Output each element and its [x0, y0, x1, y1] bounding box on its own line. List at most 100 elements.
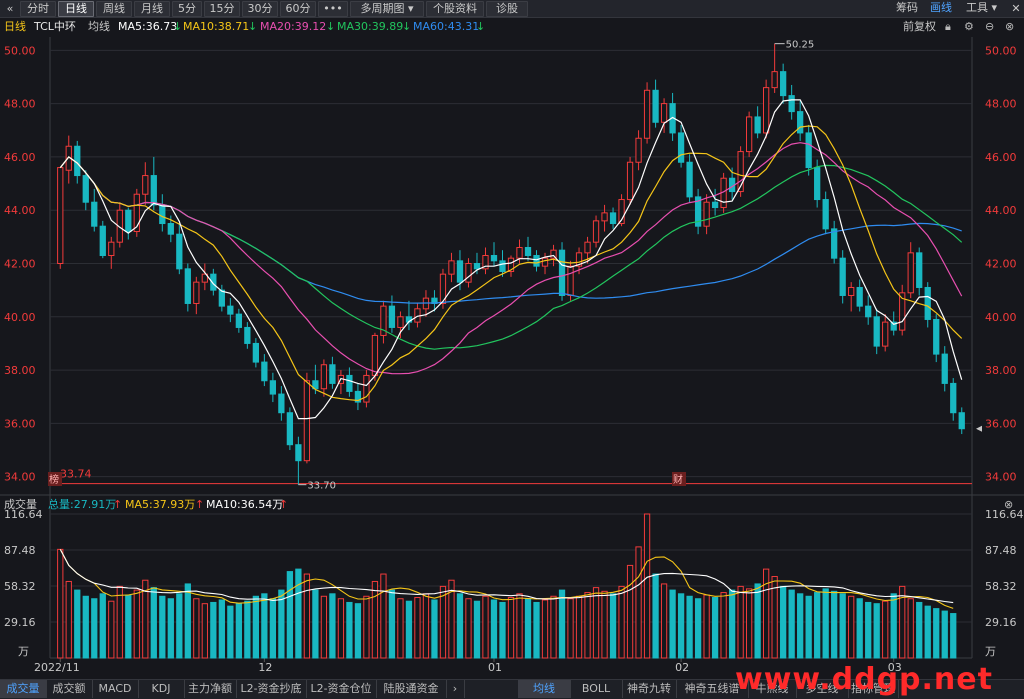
period-tab-2[interactable]: 周线 [96, 1, 132, 17]
indicator-tab-0[interactable]: 成交量 [0, 680, 47, 698]
volume-bar [780, 585, 787, 659]
candle-body [448, 260, 455, 275]
volume-bar [618, 585, 625, 659]
right-tab-2[interactable]: 工具 ▾ [966, 1, 997, 15]
period-tab-8[interactable]: ••• [318, 1, 348, 17]
volume-bar [397, 598, 404, 659]
candle-body [278, 393, 285, 414]
period-tab-6[interactable]: 30分 [242, 1, 278, 17]
price-tick-label-right: 46.00 [985, 151, 1017, 164]
indicator-tab-11[interactable]: 神奇九转 [622, 680, 677, 698]
price-tick-label-right: 42.00 [985, 258, 1017, 271]
right-tab-0[interactable]: 筹码 [896, 1, 918, 15]
volume-bar [133, 589, 140, 659]
period-tab-3[interactable]: 月线 [134, 1, 170, 17]
volume-bar [822, 588, 829, 659]
toolbar: « 分时 日线 周线 月线 5分 15分 30分 60分 ••• 多周期图 ▾ 个股资料 诊股 筹码画… [0, 0, 1024, 18]
volume-bar [524, 598, 532, 659]
candle-body [346, 374, 353, 392]
candle-body [856, 286, 863, 307]
volume-bar [831, 590, 838, 659]
indicator-tab-8[interactable]: › [446, 680, 465, 698]
close-icon[interactable]: ⊗ [1004, 496, 1013, 514]
candle-body [184, 268, 191, 304]
candle-body [116, 209, 123, 243]
volume-bar [218, 599, 225, 659]
candle-body [218, 289, 225, 307]
candle-body [286, 412, 294, 446]
candle-body [575, 252, 583, 267]
volume-tick-label-right: 29.16 [985, 616, 1017, 629]
period-tab-0[interactable]: 分时 [20, 1, 56, 17]
candle-body [831, 228, 838, 259]
close-icon[interactable]: ✕ [1008, 1, 1024, 17]
volume-bar [916, 601, 923, 659]
indicator-tab-3[interactable]: KDJ [138, 680, 185, 698]
candle-body [371, 334, 379, 376]
volume-bar [507, 597, 515, 659]
volume-label[interactable]: 成交量 [4, 496, 37, 514]
back-icon[interactable]: « [2, 1, 18, 17]
volume-tick-label-left: 29.16 [4, 616, 36, 629]
candle-body [269, 380, 277, 395]
candle-body [839, 257, 846, 296]
adjust-label[interactable]: 前复权 [903, 18, 936, 36]
price-tick-label-left: 44.00 [4, 204, 36, 217]
indicator-tab-7[interactable]: 陆股通资金 [376, 680, 447, 698]
lock-icon[interactable]: 🔒︎ [945, 18, 951, 36]
volume-bar [533, 601, 540, 659]
volume-bar [312, 589, 319, 659]
minus-icon[interactable]: ⊖ [985, 18, 994, 36]
stock-name: TCL中环 [34, 20, 76, 33]
indicator-tab-2[interactable]: MACD [92, 680, 139, 698]
candle-body [465, 263, 472, 283]
volume-bar [82, 595, 89, 659]
volume-tick-label-right: 87.48 [985, 544, 1017, 557]
period-tab-9[interactable]: 多周期图 ▾ [350, 1, 424, 17]
candlestick-chart: 34.00 34.00 36.00 36.00 38.00 38.00 40.00 40.00… [0, 37, 1024, 674]
candle-body [899, 292, 906, 331]
reference-line-label: 33.74 [60, 468, 92, 481]
indicator-tab-4[interactable]: 主力净额 [184, 680, 237, 698]
volume-bar [711, 597, 719, 659]
candle-body [210, 273, 217, 291]
candle-body [694, 196, 702, 227]
price-tick-label-right: 44.00 [985, 204, 1017, 217]
period-tab-10[interactable]: 个股资料 [426, 1, 484, 17]
indicator-tab-1[interactable]: 成交额 [46, 680, 93, 698]
period-tab-1[interactable]: 日线 [58, 1, 94, 17]
current-price-pointer [976, 425, 982, 432]
candle-body [950, 382, 957, 414]
period-tab-11[interactable]: 诊股 [486, 1, 528, 17]
candle-body [312, 380, 319, 390]
avg-label[interactable]: 均线 [88, 18, 110, 36]
volume-bar [74, 589, 81, 659]
volume-bar [320, 595, 328, 659]
candle-body [660, 103, 668, 123]
candle-body [142, 175, 149, 195]
volume-bar [405, 600, 413, 659]
indicator-tab-9[interactable]: 均线 [518, 680, 571, 698]
close-icon[interactable]: ⊗ [1005, 18, 1014, 36]
volume-bar [643, 513, 651, 659]
period-tab-7[interactable]: 60分 [280, 1, 316, 17]
period-tab-5[interactable]: 15分 [204, 1, 240, 17]
candle-body [201, 273, 208, 283]
tag-box [672, 472, 686, 486]
indicator-tab-10[interactable]: BOLL [570, 680, 623, 698]
volume-bar [388, 589, 396, 659]
candle-body [907, 252, 914, 294]
volume-bar [771, 576, 778, 659]
indicator-tab-5[interactable]: L2-资金抄底 [236, 680, 307, 698]
volume-bar [286, 571, 294, 659]
volume-bar [125, 594, 132, 659]
ma20-line [59, 142, 963, 375]
indicator-tab-6[interactable]: L2-资金仓位 [306, 680, 377, 698]
period-tab-4[interactable]: 5分 [172, 1, 202, 17]
volume-bar [541, 599, 549, 659]
right-tab-1[interactable]: 画线 [930, 1, 952, 15]
volume-bar [295, 568, 302, 659]
gear-icon[interactable]: ⚙ [964, 18, 974, 36]
volume-bar [592, 587, 600, 659]
candle-body [405, 316, 413, 323]
